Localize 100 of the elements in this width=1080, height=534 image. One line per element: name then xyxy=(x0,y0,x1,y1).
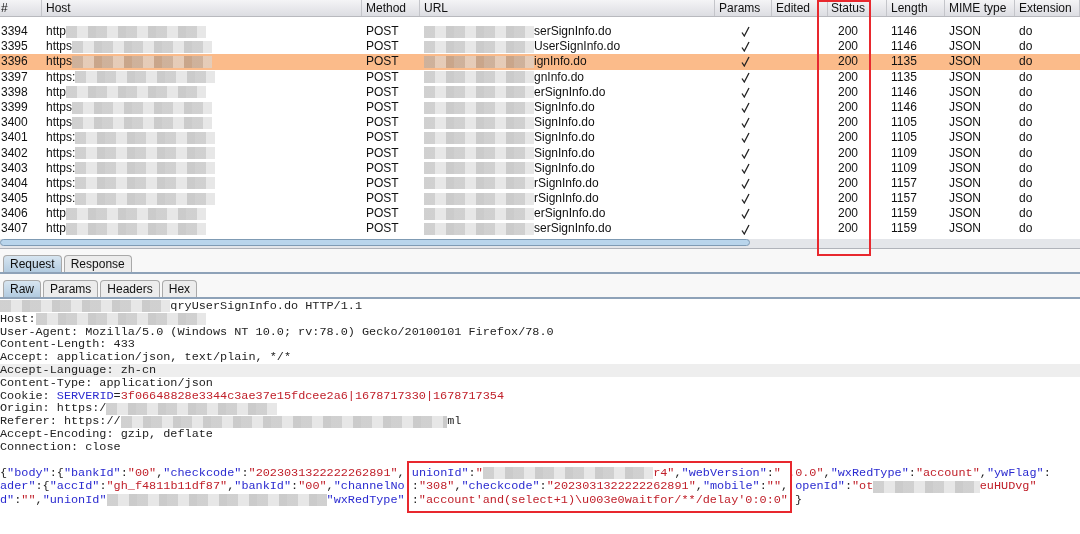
table-row[interactable]: 3399 https POST SignInfo.do 200 1146 JSON do xyxy=(0,99,1080,116)
column-header[interactable]: # xyxy=(0,0,42,16)
table-cell: JSON xyxy=(949,54,981,70)
table-cell: https: xyxy=(46,160,76,176)
table-cell: 3402 xyxy=(1,145,28,161)
column-header[interactable]: Host xyxy=(42,0,362,16)
code-text: "wxRedType" xyxy=(326,493,405,507)
table-cell: JSON xyxy=(949,191,981,207)
scrollbar-thumb[interactable] xyxy=(0,239,750,246)
table-cell: https xyxy=(46,54,72,70)
table-cell: 200 xyxy=(838,84,859,100)
table-cell: http xyxy=(46,24,66,40)
code-text: "account" xyxy=(915,466,980,480)
table-cell: 3407 xyxy=(1,221,28,237)
code-text: unionId" xyxy=(411,466,469,480)
table-cell: do xyxy=(1019,191,1033,207)
column-header[interactable]: Edited xyxy=(772,0,828,16)
table-row[interactable]: 3394 http POST serSignInfo.do 200 1146 JSON do xyxy=(0,24,1080,40)
table-row[interactable]: 3407 http POST serSignInfo.do 200 1159 JSON do xyxy=(0,221,1080,237)
table-row[interactable]: 3406 http POST erSignInfo.do 200 1159 JSON do xyxy=(0,206,1080,222)
column-header[interactable]: Extension xyxy=(1015,0,1080,16)
table-cell: POST xyxy=(366,24,399,40)
tab[interactable]: Request xyxy=(3,255,62,272)
table-cell: 200 xyxy=(838,206,859,222)
table-cell: 3394 xyxy=(1,24,28,40)
code-text: : xyxy=(120,466,128,480)
code-text: "wxRedType" xyxy=(830,466,909,480)
table-cell: 1146 xyxy=(891,99,917,116)
column-header[interactable]: Params xyxy=(715,0,772,16)
table-cell: 1109 xyxy=(891,145,917,161)
table-cell: POST xyxy=(366,115,399,131)
code-text: "" xyxy=(21,493,36,507)
table-cell: POST xyxy=(366,175,399,192)
code-text: : xyxy=(411,480,419,494)
table-row[interactable]: 3396 https POST ignInfo.do 200 1135 JSON do xyxy=(0,54,1080,70)
code-text: "channelNo xyxy=(333,480,405,494)
table-cell: 1157 xyxy=(891,191,917,207)
column-header[interactable]: Length xyxy=(887,0,945,16)
table-cell: JSON xyxy=(949,145,981,161)
table-row[interactable]: 3402 https: POST SignInfo.do 200 1109 JSON do xyxy=(0,145,1080,161)
code-text: ml xyxy=(447,415,462,428)
code-text: ader" xyxy=(0,480,36,494)
table-cell: 3398 xyxy=(1,84,28,100)
column-header[interactable]: Status xyxy=(828,0,887,16)
code-text: "" xyxy=(766,480,781,494)
code-text: " xyxy=(773,466,781,480)
table-cell: SignInfo.do xyxy=(534,130,595,146)
table-row[interactable]: 3405 https: POST rSignInfo.do 200 1157 JSON do xyxy=(0,191,1080,207)
tab[interactable]: Response xyxy=(63,255,132,272)
table-cell: 200 xyxy=(838,115,859,131)
code-text: :{ xyxy=(49,466,64,480)
code-text: , xyxy=(781,480,789,494)
tab[interactable]: Params xyxy=(43,280,99,297)
table-row[interactable]: 3397 https: POST gnInfo.do 200 1135 JSON do xyxy=(0,69,1080,85)
table-cell: POST xyxy=(366,160,399,176)
table-cell: 3406 xyxy=(1,206,28,222)
table-row[interactable]: 3403 https: POST SignInfo.do 200 1109 JSON do xyxy=(0,160,1080,176)
code-text: "00" xyxy=(127,466,157,480)
table-cell: 3403 xyxy=(1,160,28,176)
table-cell: https xyxy=(46,39,72,55)
tab[interactable]: Hex xyxy=(161,280,198,297)
code-text: : xyxy=(908,466,916,480)
code-text: , xyxy=(156,466,164,480)
table-cell: POST xyxy=(366,206,399,222)
table-row[interactable]: 3404 https: POST rSignInfo.do 200 1157 JSON do xyxy=(0,175,1080,192)
table-cell: POST xyxy=(366,221,399,237)
table-row[interactable]: 3395 https POST UserSignInfo.do 200 1146 JSON do xyxy=(0,39,1080,55)
code-text: : xyxy=(844,480,852,494)
code-text: qryUserSignInfo.do HTTP/1.1 xyxy=(170,300,362,313)
table-cell: do xyxy=(1019,99,1033,116)
code-text: , xyxy=(35,493,43,507)
code-text: "account'and(select+1)\u003e0waitfor/**/delay'0:0:0" xyxy=(418,493,788,507)
table-cell: 200 xyxy=(838,145,859,161)
column-header[interactable]: URL xyxy=(420,0,715,16)
column-header[interactable]: MIME type xyxy=(945,0,1015,16)
code-text: "checkcode" xyxy=(461,480,540,494)
table-cell: 200 xyxy=(838,160,859,176)
tab[interactable]: Headers xyxy=(100,280,160,297)
code-text: openId" xyxy=(795,480,845,494)
table-row[interactable]: 3400 https POST SignInfo.do 200 1105 JSON do xyxy=(0,115,1080,131)
table-cell: gnInfo.do xyxy=(534,69,585,85)
tab[interactable]: Raw xyxy=(3,280,41,297)
table-cell: JSON xyxy=(949,99,981,116)
table-cell: 1146 xyxy=(891,24,917,40)
table-cell: do xyxy=(1019,175,1033,192)
code-text: "body" xyxy=(7,466,50,480)
code-text: , xyxy=(823,466,831,480)
table-cell: erSignInfo.do xyxy=(534,84,606,100)
table-cell: 1146 xyxy=(891,39,917,55)
table-cell: 3404 xyxy=(1,175,28,192)
table-cell: do xyxy=(1019,130,1033,146)
code-text: 3f06648828e3344c3ae37e15fdcee2a6|1678717330|1678717354 xyxy=(120,389,504,403)
table-cell: POST xyxy=(366,54,399,70)
table-row[interactable]: 3398 http POST erSignInfo.do 200 1146 JSON do xyxy=(0,84,1080,100)
code-text: , xyxy=(454,480,462,494)
code-text: d" xyxy=(0,493,15,507)
table-row[interactable]: 3401 https: POST SignInfo.do 200 1105 JSON do xyxy=(0,130,1080,146)
table-cell: rSignInfo.do xyxy=(534,175,599,192)
table-cell: POST xyxy=(366,69,399,85)
column-header[interactable]: Method xyxy=(362,0,420,16)
